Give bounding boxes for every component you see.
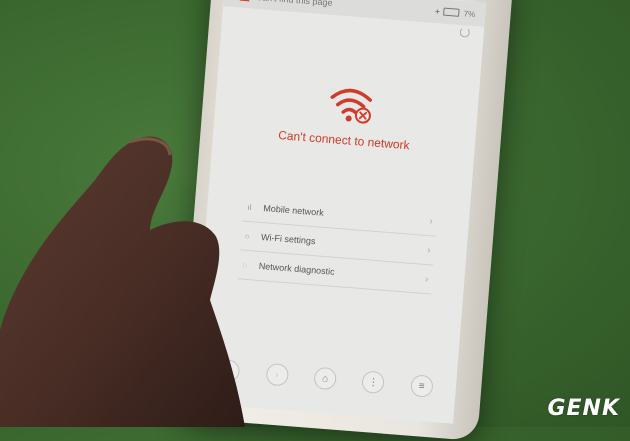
signal-icon: ıl (247, 202, 252, 212)
wifi-error-icon (326, 83, 379, 129)
network-options-list: ıl Mobile network › ○ Wi-Fi settings › ◌… (237, 192, 438, 295)
status-indicators: + 7% (435, 6, 476, 18)
warning-icon (239, 0, 251, 1)
battery-level: 7% (463, 8, 476, 19)
error-message: Can't connect to network (277, 128, 411, 153)
forward-button[interactable]: › (265, 362, 289, 387)
circle-icon: ○ (244, 231, 250, 241)
status-bar: Can't find this page + 7% (223, 0, 487, 27)
diagnostic-icon: ◌ (242, 260, 248, 270)
phone-screen: Can't find this page + 7% Can't connect … (191, 0, 487, 424)
reload-icon[interactable] (459, 26, 471, 38)
battery-icon (443, 7, 461, 17)
chevron-right-icon: › (426, 244, 432, 256)
chevron-right-icon: › (424, 273, 429, 285)
back-button[interactable]: ‹ (216, 359, 241, 383)
scene: Can't find this page + 7% Can't connect … (0, 0, 630, 441)
home-button[interactable]: ⌂ (313, 366, 337, 391)
page-title: Can't find this page (256, 0, 436, 16)
mobile-network-label: Mobile network (262, 203, 325, 218)
tabs-button[interactable]: ≡ (409, 374, 434, 398)
plus-icon: + (434, 6, 441, 16)
more-menu-button[interactable]: ⋮ (361, 370, 386, 395)
watermark-logo: GENK (547, 396, 620, 421)
chevron-right-icon: › (429, 215, 434, 227)
browser-navbar: ‹ › ⌂ ⋮ ≡ (193, 349, 457, 407)
watermark-text: GENK (547, 396, 620, 421)
wifi-settings-label: Wi-Fi settings (260, 232, 316, 247)
network-diagnostic-label: Network diagnostic (258, 260, 336, 277)
